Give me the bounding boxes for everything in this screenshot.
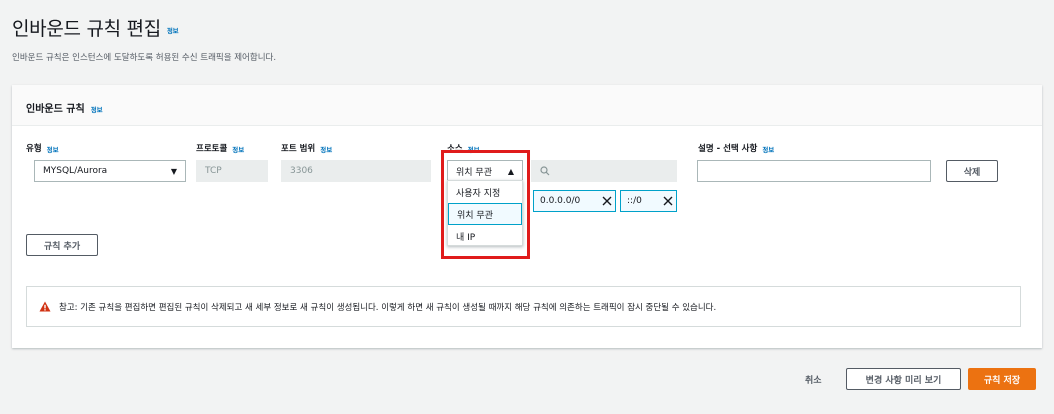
add-rule-button[interactable]: 규칙 추가 [26,234,98,256]
page-description: 인바운드 규칙은 인스턴스에 도달하도록 허용된 수신 트래픽을 제어합니다. [12,53,277,63]
remove-token-ipv4-icon[interactable] [599,193,615,209]
search-icon [540,166,550,176]
caret-down-icon: ▼ [170,166,177,176]
type-info-link[interactable]: 정보 [47,146,59,154]
column-label-protocol: 프로토콜 정보 [196,142,244,154]
save-rules-button[interactable]: 규칙 저장 [968,368,1036,390]
panel-title: 인바운드 규칙 정보 [26,100,103,115]
port-range-info-link[interactable]: 정보 [320,146,332,154]
cancel-button[interactable]: 취소 [805,369,822,389]
column-label-port-range: 포트 범위 정보 [281,142,332,154]
delete-rule-button[interactable]: 삭제 [946,160,998,182]
protocol-info-link[interactable]: 정보 [232,146,244,154]
description-info-link[interactable]: 정보 [762,146,774,154]
cidr-token-ipv6: ::/0 [620,190,677,212]
cidr-token-ipv6-text: ::/0 [627,196,642,206]
preview-changes-button[interactable]: 변경 사항 미리 보기 [846,368,961,390]
port-range-label: 포트 범위 [281,144,316,154]
type-label: 유형 [26,144,42,154]
remove-token-ipv6-icon[interactable] [660,193,676,209]
highlight-box [441,150,530,259]
type-select-value: MYSQL/Aurora [43,166,108,176]
source-search-input[interactable] [531,160,677,182]
port-range-value: 3306 [290,166,313,176]
description-input[interactable] [697,160,931,182]
alert-text: 참고: 기존 규칙을 편집하면 편집된 규칙이 삭제되고 새 세부 정보로 새 … [59,302,717,313]
column-label-type: 유형 정보 [26,142,59,154]
column-label-description: 설명 - 선택 사항 정보 [698,142,774,154]
cidr-token-ipv4: 0.0.0.0/0 [533,190,616,212]
port-range-field: 3306 [281,160,431,182]
page-info-link[interactable]: 정보 [167,27,179,35]
description-label: 설명 - 선택 사항 [698,144,758,154]
warning-alert: 참고: 기존 규칙을 편집하면 편집된 규칙이 삭제되고 새 세부 정보로 새 … [26,286,1021,327]
page-title: 인바운드 규칙 편집 정보 [12,14,179,41]
panel-info-link[interactable]: 정보 [91,106,103,114]
protocol-field: TCP [196,160,268,182]
page-title-text: 인바운드 규칙 편집 [12,18,161,40]
protocol-value: TCP [205,166,222,176]
cidr-token-ipv4-text: 0.0.0.0/0 [540,196,581,206]
panel-title-text: 인바운드 규칙 [26,104,85,115]
warning-icon [39,301,51,312]
panel-header [12,85,1042,126]
type-select[interactable]: MYSQL/Aurora ▼ [34,160,186,182]
protocol-label: 프로토콜 [196,144,228,154]
